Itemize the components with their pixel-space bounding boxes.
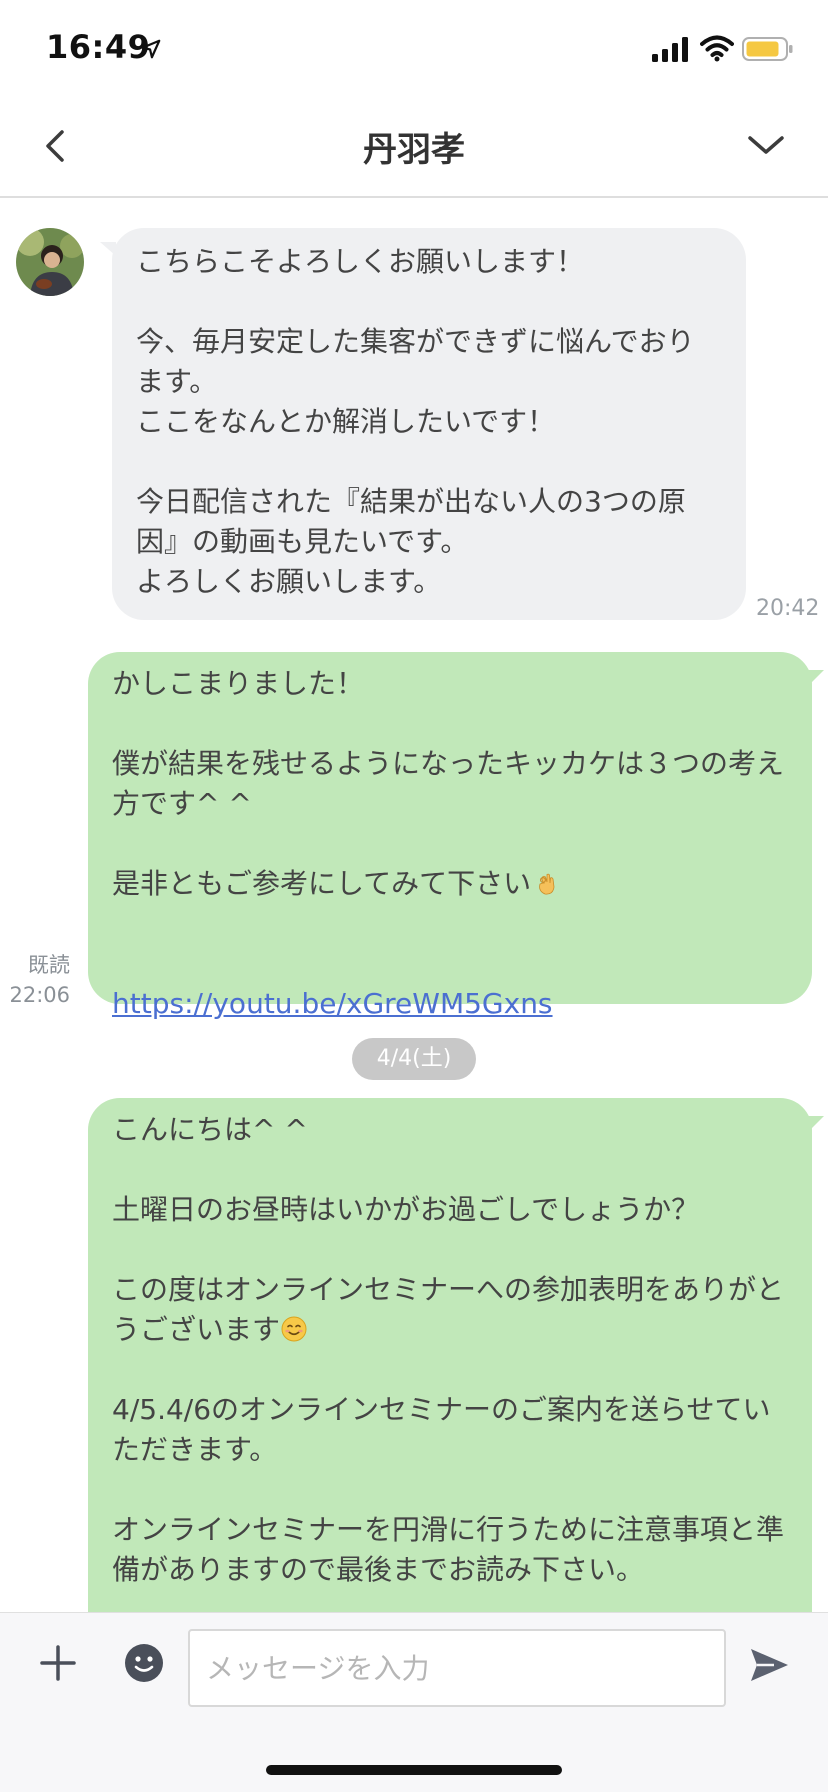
chat-title: 丹羽孝 (363, 130, 465, 170)
status-bar: 16:49 (0, 0, 828, 100)
message-body: かしこまりました！ 僕が結果を残せるようになったキッカケは３つの考え方です^ ^… (112, 667, 785, 900)
avatar[interactable] (16, 228, 84, 296)
outgoing-message-bubble[interactable]: こんにちは^ ^ 土曜日のお昼時はいかがお過ごしでしょうか？ この度はオンライン… (88, 1098, 812, 1612)
message-body: こんにちは^ ^ 土曜日のお昼時はいかがお過ごしでしょうか？ この度はオンライン… (112, 1113, 785, 1346)
message-text: こんにちは^ ^ 土曜日のお昼時はいかがお過ごしでしょうか？ この度はオンライン… (112, 1110, 788, 1590)
message-body-continued: 4/5.4/6のオンラインセミナーのご案内を送らせていただきます。 オンラインセ… (112, 1393, 785, 1586)
wifi-icon (700, 35, 734, 62)
message-list[interactable]: こちらこそよろしくお願いします！ 今、毎月安定した集客ができずに悩んでおります。… (0, 200, 828, 1612)
home-indicator (266, 1765, 562, 1775)
chevron-down-icon[interactable] (744, 130, 788, 160)
message-input[interactable] (188, 1629, 726, 1707)
status-time: 16:49 (46, 28, 151, 66)
incoming-message-bubble[interactable]: こちらこそよろしくお願いします！ 今、毎月安定した集客ができずに悩んでおります。… (112, 228, 746, 620)
chat-header: 丹羽孝 (0, 100, 828, 198)
read-label: 既読 (28, 953, 70, 977)
smiling-face-emoji-icon (281, 1316, 307, 1342)
battery-icon (742, 37, 793, 61)
outgoing-message-bubble[interactable]: かしこまりました！ 僕が結果を残せるようになったキッカケは３つの考え方です^ ^… (88, 652, 812, 1020)
message-input-bar (0, 1612, 828, 1792)
smiley-icon[interactable] (124, 1643, 164, 1683)
plus-icon[interactable] (38, 1643, 78, 1683)
avatar-photo-icon (16, 228, 84, 296)
message-time: 22:06 (9, 983, 70, 1007)
message-text: こちらこそよろしくお願いします！ 今、毎月安定した集客ができずに悩んでおります。… (136, 245, 695, 598)
message-text: かしこまりました！ 僕が結果を残せるようになったキッカケは３つの考え方です^ ^… (112, 664, 788, 1024)
location-arrow-icon (141, 39, 161, 59)
ok-hand-emoji-icon (539, 873, 555, 895)
send-icon[interactable] (748, 1645, 790, 1685)
cellular-signal-icon (652, 37, 688, 62)
message-time: 20:42 (756, 596, 820, 621)
date-separator: 4/4(土) (352, 1038, 476, 1080)
youtube-link[interactable]: https://youtu.be/xGreWM5Gxns (112, 987, 553, 1020)
read-receipt: 既読 22:06 (0, 950, 70, 1010)
